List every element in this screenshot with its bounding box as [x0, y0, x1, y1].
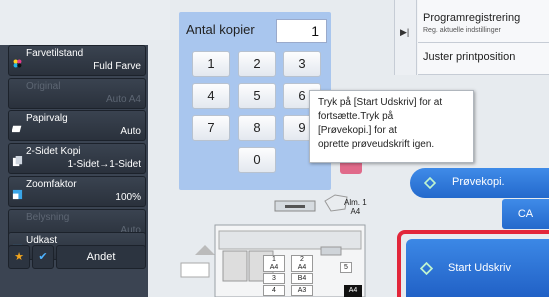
duplex-copy-value: 1-Sidet→1-Sidet	[67, 159, 141, 170]
color-mode-label: Farvetilstand	[26, 48, 84, 59]
copies-input[interactable]: 1	[276, 19, 327, 43]
tray-3-size: B4	[297, 275, 307, 282]
tray-2-number: 2	[300, 256, 304, 263]
clear-all-button[interactable]: CA	[502, 199, 549, 229]
duplex-copy-label: 2-Sidet Kopi	[26, 146, 81, 157]
adjust-print-position-item[interactable]: Juster printposition	[418, 43, 549, 75]
key-3[interactable]: 3	[283, 51, 321, 77]
tray-1[interactable]: 1 A4	[263, 255, 285, 272]
tray-5-number: 5	[344, 264, 348, 271]
key-7[interactable]: 7	[192, 115, 230, 141]
zoom-icon	[12, 189, 23, 200]
zoom-label: Zoomfaktor	[26, 179, 77, 190]
start-print-button[interactable]: Start Udskriv	[406, 239, 549, 297]
tray-4[interactable]: 4	[263, 285, 285, 296]
tooltip-line-4: oprette prøveudskrift igen.	[318, 139, 435, 150]
zoom-button[interactable]: Zoomfaktor 100%	[8, 176, 146, 207]
start-diamond-icon	[420, 262, 433, 275]
tray-1-size: A4	[269, 264, 279, 271]
instruction-tooltip: Tryk på [Start Udskriv] for at fortsætte…	[309, 90, 474, 163]
tray-3[interactable]: 3	[263, 273, 285, 284]
tray-3-number: 3	[272, 275, 276, 282]
duplex-icon	[12, 156, 23, 167]
other-button[interactable]: Andet	[56, 245, 146, 269]
tray-4-size-box: A3	[291, 285, 313, 296]
top-blank-area	[0, 0, 170, 40]
exposure-label: Belysning	[26, 212, 70, 223]
tooltip-line-3: [Prøvekopi.] for at	[318, 125, 397, 136]
left-bottom-bar: ★ ✔ Andet	[8, 245, 146, 269]
color-mode-button[interactable]: Farvetilstand Fuld Farve	[8, 45, 146, 76]
bypass-tray-label: Alm. 1 A4	[344, 198, 367, 216]
other-label: Andet	[86, 251, 116, 263]
bypass-paper-size: A4	[350, 207, 361, 216]
duplex-copy-button[interactable]: 2-Sidet Kopi 1-Sidet→1-Sidet	[8, 143, 146, 174]
start-print-label: Start Udskriv	[448, 262, 511, 274]
paper-select-label: Papirvalg	[26, 113, 68, 124]
program-registration-item[interactable]: Programregistrering Reg. aktuelle indsti…	[418, 0, 549, 43]
key-4[interactable]: 4	[192, 83, 230, 109]
key-2[interactable]: 2	[238, 51, 276, 77]
tray-4-number: 4	[272, 287, 276, 294]
original-button[interactable]: Original Auto A4	[8, 78, 146, 109]
copy-screen: Farvetilstand Fuld Farve Original Auto A…	[0, 0, 549, 297]
selected-tray-size: A4	[344, 285, 362, 297]
key-1[interactable]: 1	[192, 51, 230, 77]
adjust-print-position-label: Juster printposition	[423, 51, 516, 63]
tooltip-line-1: Tryk på [Start Udskriv] for at	[318, 97, 443, 108]
preview-copy-button[interactable]: Prøvekopi.	[410, 168, 549, 198]
collapse-tab[interactable]: ▶|	[395, 0, 417, 75]
right-menu-panel: ▶| Programregistrering Reg. aktuelle ind…	[394, 0, 549, 75]
preview-copy-label: Prøvekopi.	[452, 176, 505, 188]
collapse-arrow-icon: ▶|	[400, 27, 410, 37]
tray-2[interactable]: 2 A4	[291, 255, 313, 272]
copies-title: Antal kopier	[186, 22, 255, 37]
key-0[interactable]: 0	[238, 147, 276, 173]
paper-select-value: Auto	[120, 126, 141, 137]
tray-4-size: A3	[297, 287, 307, 294]
tray-3-size-box: B4	[291, 273, 313, 284]
tooltip-line-2: fortsætte.Tryk på	[318, 111, 394, 122]
tray-5[interactable]: 5	[340, 262, 352, 273]
original-label: Original	[26, 81, 61, 92]
color-mode-icon	[13, 59, 22, 68]
program-registration-title: Programregistrering	[423, 12, 521, 24]
preview-diamond-icon	[424, 177, 436, 189]
original-value: Auto A4	[105, 94, 141, 105]
paper-select-button[interactable]: Papirvalg Auto	[8, 110, 146, 141]
zoom-value: 100%	[115, 192, 141, 203]
check-button[interactable]: ✔	[32, 245, 54, 269]
color-mode-value: Fuld Farve	[93, 61, 141, 72]
checkmark-icon: ✔	[38, 251, 48, 263]
paper-icon	[12, 125, 22, 133]
key-5[interactable]: 5	[238, 83, 276, 109]
star-icon: ★	[14, 251, 24, 263]
favorites-button[interactable]: ★	[8, 245, 30, 269]
key-8[interactable]: 8	[238, 115, 276, 141]
tray-2-size: A4	[297, 264, 307, 271]
program-registration-sub: Reg. aktuelle indstillinger	[423, 27, 501, 34]
bypass-paper-type: Alm. 1	[344, 198, 367, 207]
clear-all-label: CA	[517, 208, 534, 220]
tray-1-number: 1	[272, 256, 276, 263]
